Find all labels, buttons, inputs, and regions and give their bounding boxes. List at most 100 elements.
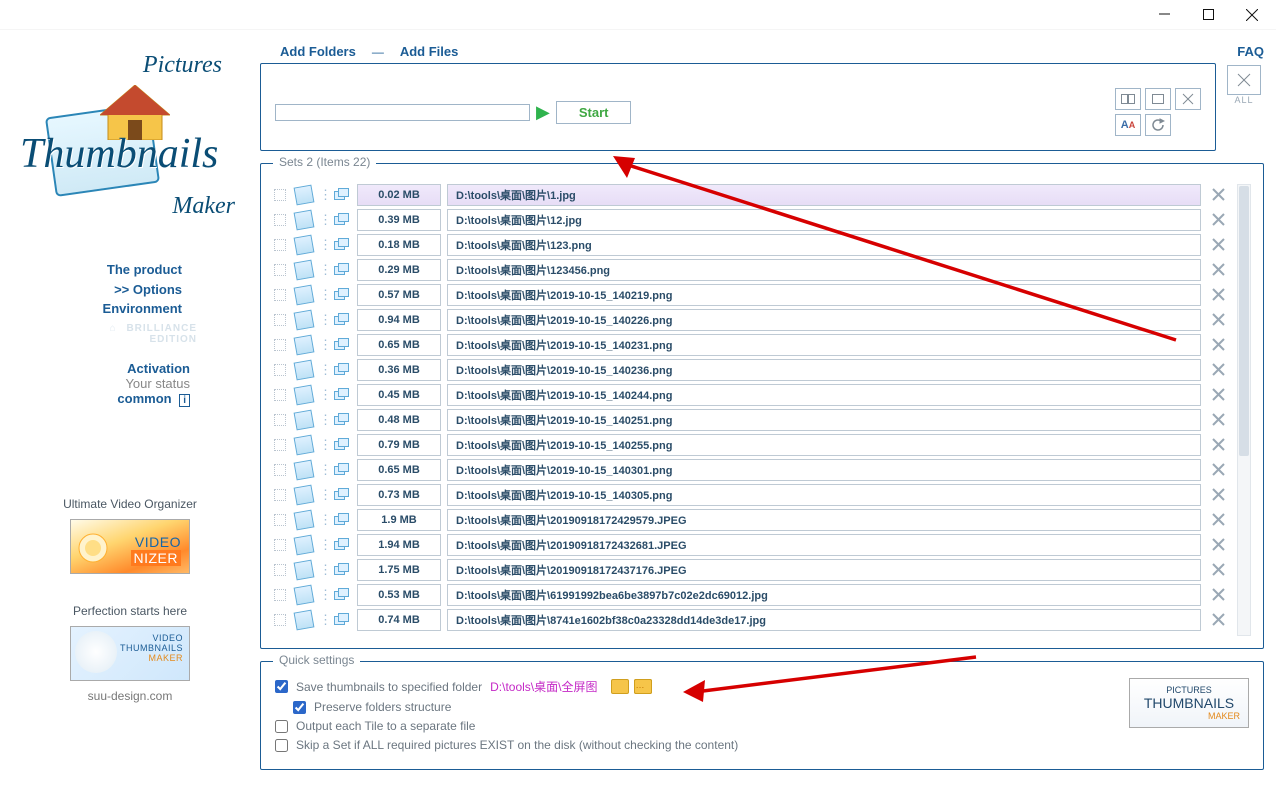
drag-handle-icon[interactable]: ⋮ xyxy=(319,587,327,603)
drag-handle-icon[interactable]: ⋮ xyxy=(319,212,327,228)
gallery-icon[interactable] xyxy=(333,186,351,204)
row-checkbox[interactable] xyxy=(274,189,286,201)
table-row[interactable]: ⋮0.94 MBD:\tools\桌面\图片\2019-10-15_140226… xyxy=(271,307,1253,332)
row-checkbox[interactable] xyxy=(274,414,286,426)
open-folder-icon[interactable] xyxy=(611,679,629,694)
size-cell[interactable]: 0.02 MB xyxy=(357,184,441,206)
table-row[interactable]: ⋮0.65 MBD:\tools\桌面\图片\2019-10-15_140231… xyxy=(271,332,1253,357)
remove-row-icon[interactable] xyxy=(1207,538,1229,551)
size-cell[interactable]: 0.48 MB xyxy=(357,409,441,431)
table-row[interactable]: ⋮ 0.53 MB D:\tools\桌面\图片\61991992bea6be389… xyxy=(271,582,1253,607)
remove-row-icon[interactable] xyxy=(1207,313,1229,326)
gallery-icon[interactable] xyxy=(333,511,351,529)
drag-handle-icon[interactable]: ⋮ xyxy=(319,187,327,203)
path-cell[interactable]: D:\tools\桌面\图片\2019-10-15_140231.png xyxy=(447,334,1201,356)
path-cell[interactable]: D:\tools\桌面\图片\123456.png xyxy=(447,259,1201,281)
site-link[interactable]: suu-design.com xyxy=(88,689,173,703)
drag-handle-icon[interactable]: ⋮ xyxy=(319,612,327,628)
row-checkbox[interactable] xyxy=(274,314,286,326)
link-activation[interactable]: Activation xyxy=(18,361,190,376)
browse-folder-icon[interactable]: … xyxy=(634,679,652,694)
gallery-icon[interactable] xyxy=(333,361,351,379)
close-button[interactable] xyxy=(1230,1,1274,29)
path-cell[interactable]: D:\tools\桌面\图片\123.png xyxy=(447,234,1201,256)
maximize-button[interactable] xyxy=(1186,1,1230,29)
promo-videonizer[interactable]: VIDEONIZER xyxy=(70,519,190,574)
path-cell[interactable]: D:\tools\桌面\图片\20190918172429579.JPEG xyxy=(447,509,1201,531)
remove-row-icon[interactable] xyxy=(1207,438,1229,451)
size-cell[interactable]: 0.74 MB xyxy=(357,609,441,631)
size-cell[interactable]: 1.94 MB xyxy=(357,534,441,556)
gallery-icon[interactable] xyxy=(333,261,351,279)
size-cell[interactable]: 0.36 MB xyxy=(357,359,441,381)
gallery-icon[interactable] xyxy=(333,561,351,579)
gallery-icon[interactable] xyxy=(333,236,351,254)
remove-row-icon[interactable] xyxy=(1207,363,1229,376)
drag-handle-icon[interactable]: ⋮ xyxy=(319,237,327,253)
remove-row-icon[interactable] xyxy=(1207,188,1229,201)
remove-row-icon[interactable] xyxy=(1207,388,1229,401)
reload-button[interactable] xyxy=(1145,114,1171,136)
row-checkbox[interactable] xyxy=(274,489,286,501)
path-cell[interactable]: D:\tools\桌面\图片\61991992bea6be3897b7c02e2… xyxy=(447,584,1201,606)
table-row[interactable]: ⋮ 0.45 MB D:\tools\桌面\图片\2019-10-15_140244… xyxy=(271,382,1253,407)
scrollbar-thumb[interactable] xyxy=(1239,186,1249,456)
size-cell[interactable]: 0.45 MB xyxy=(357,384,441,406)
skip-set-checkbox[interactable]: Skip a Set if ALL required pictures EXIS… xyxy=(275,738,1129,752)
row-checkbox[interactable] xyxy=(274,289,286,301)
minimize-button[interactable] xyxy=(1142,1,1186,29)
remove-all-button[interactable] xyxy=(1227,65,1261,95)
drag-handle-icon[interactable]: ⋮ xyxy=(319,387,327,403)
drag-handle-icon[interactable]: ⋮ xyxy=(319,512,327,528)
gallery-icon[interactable] xyxy=(333,586,351,604)
size-cell[interactable]: 1.9 MB xyxy=(357,509,441,531)
gallery-icon[interactable] xyxy=(333,436,351,454)
path-cell[interactable]: D:\tools\桌面\图片\2019-10-15_140305.png xyxy=(447,484,1201,506)
remove-row-icon[interactable] xyxy=(1207,488,1229,501)
preserve-structure-checkbox[interactable]: Preserve folders structure xyxy=(293,700,1129,714)
link-product[interactable]: The product xyxy=(18,260,182,280)
drag-handle-icon[interactable]: ⋮ xyxy=(319,487,327,503)
size-cell[interactable]: 0.53 MB xyxy=(357,584,441,606)
add-folders-link[interactable]: Add Folders xyxy=(280,44,356,59)
table-row[interactable]: ⋮0.73 MBD:\tools\桌面\图片\2019-10-15_140305… xyxy=(271,482,1253,507)
size-cell[interactable]: 0.57 MB xyxy=(357,284,441,306)
scrollbar[interactable] xyxy=(1237,184,1251,636)
table-row[interactable]: ⋮0.57 MBD:\tools\桌面\图片\2019-10-15_140219… xyxy=(271,282,1253,307)
path-cell[interactable]: D:\tools\桌面\图片\2019-10-15_140236.png xyxy=(447,359,1201,381)
output-tile-checkbox[interactable]: Output each Tile to a separate file xyxy=(275,719,1129,733)
table-row[interactable]: ⋮0.29 MBD:\tools\桌面\图片\123456.png xyxy=(271,257,1253,282)
table-row[interactable]: ⋮0.18 MBD:\tools\桌面\图片\123.png xyxy=(271,232,1253,257)
size-cell[interactable]: 0.65 MB xyxy=(357,459,441,481)
row-checkbox[interactable] xyxy=(274,389,286,401)
gallery-icon[interactable] xyxy=(333,461,351,479)
remove-layout-button[interactable] xyxy=(1175,88,1201,110)
remove-row-icon[interactable] xyxy=(1207,413,1229,426)
path-cell[interactable]: D:\tools\桌面\图片\2019-10-15_140219.png xyxy=(447,284,1201,306)
drag-handle-icon[interactable]: ⋮ xyxy=(319,537,327,553)
row-checkbox[interactable] xyxy=(274,514,286,526)
save-thumbnails-checkbox[interactable]: Save thumbnails to specified folder D:\t… xyxy=(275,678,1129,695)
gallery-icon[interactable] xyxy=(333,536,351,554)
drag-handle-icon[interactable]: ⋮ xyxy=(319,412,327,428)
path-cell[interactable]: D:\tools\桌面\图片\1.jpg xyxy=(447,184,1201,206)
path-cell[interactable]: D:\tools\桌面\图片\2019-10-15_140255.png xyxy=(447,434,1201,456)
promo-pictures-thumbnails-maker[interactable]: PICTURES THUMBNAILS MAKER xyxy=(1129,678,1249,728)
drag-handle-icon[interactable]: ⋮ xyxy=(319,362,327,378)
table-row[interactable]: ⋮ 0.36 MB D:\tools\桌面\图片\2019-10-15_140236… xyxy=(271,357,1253,382)
table-row[interactable]: ⋮0.39 MBD:\tools\桌面\图片\12.jpg xyxy=(271,207,1253,232)
faq-link[interactable]: FAQ xyxy=(1237,44,1264,59)
remove-row-icon[interactable] xyxy=(1207,213,1229,226)
gallery-icon[interactable] xyxy=(333,311,351,329)
remove-row-icon[interactable] xyxy=(1207,238,1229,251)
drag-handle-icon[interactable]: ⋮ xyxy=(319,312,327,328)
promo-video-thumbnails-maker[interactable]: VIDEOTHUMBNAILSMAKER xyxy=(70,626,190,681)
path-cell[interactable]: D:\tools\桌面\图片\2019-10-15_140244.png xyxy=(447,384,1201,406)
drag-handle-icon[interactable]: ⋮ xyxy=(319,562,327,578)
table-row[interactable]: ⋮0.48 MBD:\tools\桌面\图片\2019-10-15_140251… xyxy=(271,407,1253,432)
path-cell[interactable]: D:\tools\桌面\图片\12.jpg xyxy=(447,209,1201,231)
row-checkbox[interactable] xyxy=(274,539,286,551)
table-row[interactable]: ⋮ 1.9 MB D:\tools\桌面\图片\20190918172429579.… xyxy=(271,507,1253,532)
row-checkbox[interactable] xyxy=(274,439,286,451)
remove-row-icon[interactable] xyxy=(1207,288,1229,301)
